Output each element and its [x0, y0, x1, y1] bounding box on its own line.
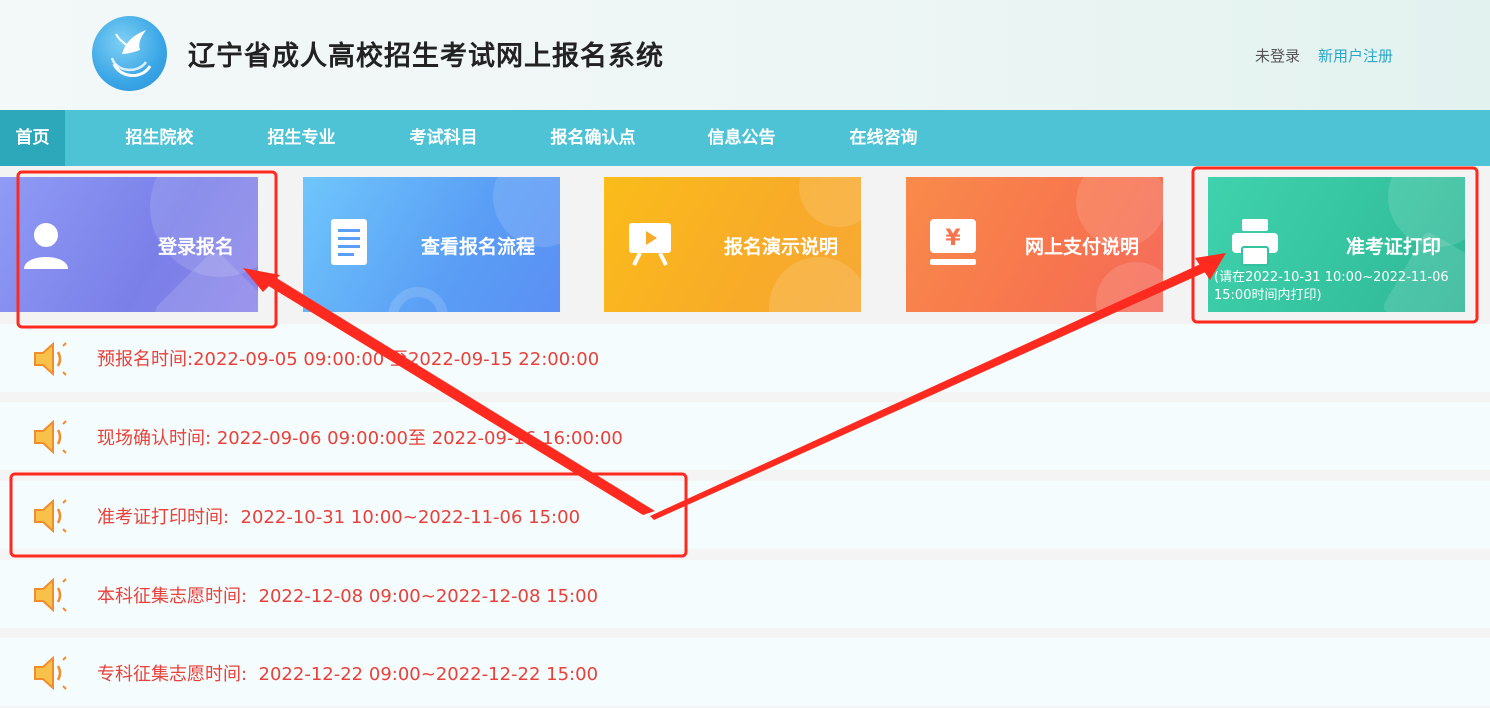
user-icon	[24, 223, 68, 269]
tile-admission-ticket-print[interactable]: 准考证打印 (请在2022-10-31 10:00~2022-11-06 15:…	[1208, 177, 1465, 312]
tile-label: 准考证打印	[1346, 236, 1442, 258]
tile-sublabel: (请在2022-10-31 10:00~2022-11-06 15:00时间内打…	[1214, 270, 1449, 303]
tile-payment-guide[interactable]: ¥ 网上支付说明	[906, 177, 1163, 312]
notice-undergrad-volunteer-time: 本科征集志愿时间: 2022-12-08 09:00~2022-12-08 15…	[0, 560, 1490, 628]
notice-text: 本科征集志愿时间: 2022-12-08 09:00~2022-12-08 15…	[97, 582, 598, 608]
notice-value: 2022-12-08 09:00~2022-12-08 15:00	[258, 586, 599, 607]
site-title: 辽宁省成人高校招生考试网上报名系统	[188, 41, 664, 72]
speaker-icon	[34, 655, 67, 691]
notice-onsite-confirm-time: 现场确认时间: 2022-09-06 09:00:00至 2022-09-16 …	[0, 402, 1490, 470]
speaker-icon	[34, 419, 67, 455]
tile-label: 网上支付说明	[1025, 236, 1140, 258]
notice-label: 现场确认时间:	[97, 428, 212, 449]
notice-label: 准考证打印时间:	[97, 507, 230, 528]
notice-value: 2022-09-06 09:00:00至 2022-09-16 16:00:00	[216, 428, 623, 449]
nav-item-majors[interactable]: 招生专业	[254, 110, 349, 166]
play-board-icon	[629, 223, 671, 266]
notice-text: 预报名时间:2022-09-05 09:00:00 至2022-09-15 22…	[97, 345, 599, 371]
speaker-icon	[34, 498, 67, 534]
tile-demo-guide[interactable]: 报名演示说明	[604, 177, 861, 312]
notice-value: 2022-09-05 09:00:00 至2022-09-15 22:00:00	[193, 349, 600, 370]
nav-item-colleges[interactable]: 招生院校	[112, 110, 207, 166]
tile-registration-process[interactable]: 查看报名流程	[303, 177, 560, 312]
payment-yuan-icon: ¥	[930, 219, 976, 265]
nav-item-home[interactable]: 首页	[0, 110, 65, 166]
notice-prereg-time: 预报名时间:2022-09-05 09:00:00 至2022-09-15 22…	[0, 324, 1490, 392]
site-logo-icon	[92, 16, 167, 91]
printer-icon	[1232, 219, 1278, 266]
speaker-icon	[34, 577, 67, 613]
notice-label: 本科征集志愿时间:	[97, 586, 248, 607]
speaker-icon	[34, 341, 67, 377]
notice-label: 预报名时间:	[97, 349, 194, 370]
notice-value: 2022-12-22 09:00~2022-12-22 15:00	[258, 664, 599, 685]
nav-item-announcements[interactable]: 信息公告	[694, 110, 789, 166]
nav-item-confirm-points[interactable]: 报名确认点	[538, 110, 648, 166]
main-nav: 首页 招生院校 招生专业 考试科目 报名确认点 信息公告 在线咨询	[0, 110, 1490, 166]
notice-text: 现场确认时间: 2022-09-06 09:00:00至 2022-09-16 …	[97, 424, 623, 450]
nav-item-subjects[interactable]: 考试科目	[396, 110, 491, 166]
notice-text: 准考证打印时间: 2022-10-31 10:00~2022-11-06 15:…	[97, 503, 580, 529]
nav-item-consult[interactable]: 在线咨询	[836, 110, 931, 166]
tile-label: 报名演示说明	[724, 236, 839, 258]
document-icon	[331, 219, 367, 265]
tile-label: 查看报名流程	[421, 236, 536, 258]
quick-tiles: 登录报名 查看报名流程 报名演示说明 ¥ 网上支付说明 准考证打印 (请在202…	[0, 166, 1490, 324]
login-status: 未登录	[1255, 47, 1301, 65]
notice-ticket-print-time: 准考证打印时间: 2022-10-31 10:00~2022-11-06 15:…	[0, 481, 1490, 549]
site-header: 辽宁省成人高校招生考试网上报名系统 未登录 新用户注册	[0, 0, 1490, 110]
tile-label: 登录报名	[158, 236, 235, 258]
tile-login-register[interactable]: 登录报名	[0, 177, 258, 312]
notice-college-volunteer-time: 专科征集志愿时间: 2022-12-22 09:00~2022-12-22 15…	[0, 638, 1490, 706]
notice-text: 专科征集志愿时间: 2022-12-22 09:00~2022-12-22 15…	[97, 660, 598, 686]
notice-value: 2022-10-31 10:00~2022-11-06 15:00	[240, 507, 581, 528]
register-link[interactable]: 新用户注册	[1318, 45, 1393, 66]
svg-text:¥: ¥	[945, 226, 961, 251]
notice-label: 专科征集志愿时间:	[97, 664, 248, 685]
